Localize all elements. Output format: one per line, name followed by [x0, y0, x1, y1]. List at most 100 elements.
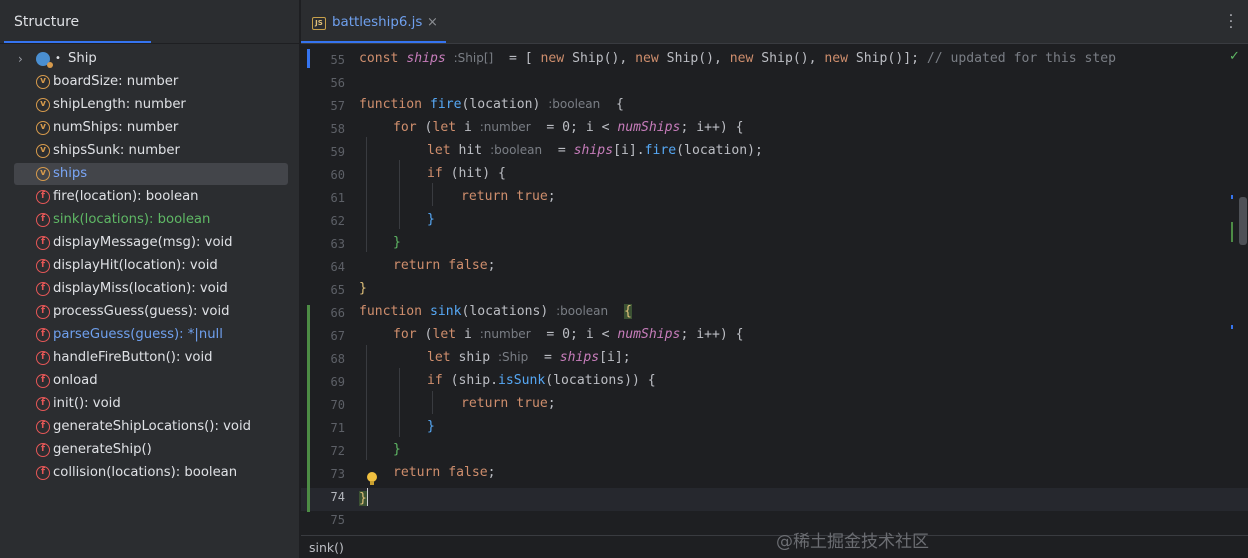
code-line-63[interactable]: }: [393, 235, 401, 250]
tree-item-label: displayMessage(msg): void: [53, 235, 233, 250]
chevron-right-icon[interactable]: ›: [18, 48, 23, 70]
tree-item-label: processGuess(guess): void: [53, 304, 230, 319]
variable-icon: v: [36, 98, 50, 112]
code-text: ; i++) {: [680, 327, 744, 342]
tree-item-selected[interactable]: v ships: [14, 163, 288, 185]
type-hint: :boolean: [556, 304, 609, 318]
type-hint: :boolean: [548, 97, 601, 111]
code-keyword: let: [432, 120, 457, 135]
code-comment: // updated for this step: [926, 51, 1117, 66]
variable-icon: v: [36, 121, 50, 135]
line-number: 71: [330, 421, 345, 435]
line-number: 56: [330, 76, 345, 90]
line-number: 63: [330, 237, 345, 251]
check-icon[interactable]: ✓: [1229, 49, 1240, 64]
tree-item[interactable]: f displayMessage(msg): void: [14, 232, 288, 254]
code-text: [i].: [613, 143, 645, 158]
tree-item[interactable]: f generateShipLocations(): void: [14, 416, 288, 438]
tree-item[interactable]: f collision(locations): boolean: [14, 462, 288, 484]
tree-item[interactable]: f handleFireButton(): void: [14, 347, 288, 369]
indent-guide: [366, 137, 367, 252]
tree-item[interactable]: f sink(locations): boolean: [14, 209, 288, 231]
breadcrumb[interactable]: sink(): [309, 540, 344, 555]
code-text: ;: [547, 396, 556, 411]
code-line-67[interactable]: for (let i :number = 0; i < numShips; i+…: [393, 327, 744, 342]
code-brace: }: [427, 212, 435, 227]
tree-item-label: boardSize: number: [53, 74, 179, 89]
tree-item[interactable]: f onload: [14, 370, 288, 392]
code-line-61[interactable]: return true;: [461, 189, 556, 204]
indent-guide: [432, 391, 433, 414]
code-line-68[interactable]: let ship :Ship = ships[i];: [427, 350, 631, 365]
tree-item-label: shipLength: number: [53, 97, 186, 112]
code-keyword: true: [508, 189, 548, 204]
code-line-73[interactable]: return false;: [393, 465, 496, 480]
code-text: [i];: [599, 350, 631, 365]
tree-item-class[interactable]: › • Ship: [14, 48, 288, 70]
code-keyword: return: [393, 465, 441, 480]
code-text: =: [542, 143, 574, 158]
code-text: hit: [450, 143, 491, 158]
tree-item[interactable]: v numShips: number: [14, 117, 288, 139]
code-line-70[interactable]: return true;: [461, 396, 556, 411]
code-line-60[interactable]: if (hit) {: [427, 166, 506, 181]
vertical-scrollbar[interactable]: [1239, 197, 1247, 245]
visibility-dot-icon: •: [55, 53, 61, 64]
code-keyword: for: [393, 327, 417, 342]
code-line-71[interactable]: }: [427, 419, 435, 434]
code-line-69[interactable]: if (ship.isSunk(locations)) {: [427, 373, 656, 388]
code-line-74[interactable]: }: [359, 488, 368, 506]
tree-item[interactable]: f displayMiss(location): void: [14, 278, 288, 300]
line-number: 73: [330, 467, 345, 481]
code-function: fire: [644, 143, 677, 158]
close-icon[interactable]: ×: [427, 15, 438, 30]
code-global: ships: [573, 143, 614, 158]
scroll-marker-added[interactable]: [1231, 222, 1233, 242]
tree-item-label: numShips: number: [53, 120, 179, 135]
code-brace: }: [393, 442, 401, 457]
line-number: 64: [330, 260, 345, 274]
line-number: 70: [330, 398, 345, 412]
code-line-66[interactable]: function sink(locations) :boolean {: [359, 304, 632, 319]
tree-item[interactable]: v boardSize: number: [14, 71, 288, 93]
code-line-55[interactable]: const ships :Ship[] = [ new Ship(), new …: [359, 51, 1116, 66]
code-text: =: [528, 350, 560, 365]
code-text: (locations): [461, 304, 549, 319]
tab-battleship6-js[interactable]: JS battleship6.js ×: [301, 0, 446, 44]
code-line-58[interactable]: for (let i :number = 0; i < numShips; i+…: [393, 120, 744, 135]
code-line-62[interactable]: }: [427, 212, 435, 227]
tree-item[interactable]: f parseGuess(guess): *|null: [14, 324, 288, 346]
scroll-marker[interactable]: [1231, 195, 1233, 199]
code-line-72[interactable]: }: [393, 442, 401, 457]
line-number: 59: [330, 145, 345, 159]
tree-item[interactable]: f init(): void: [14, 393, 288, 415]
code-line-57[interactable]: function fire(location) :boolean {: [359, 97, 624, 112]
tree-item[interactable]: f displayHit(location): void: [14, 255, 288, 277]
more-options-icon[interactable]: · · ·: [1225, 9, 1237, 35]
code-line-59[interactable]: let hit :boolean = ships[i].fire(locatio…: [427, 143, 763, 158]
tree-item[interactable]: f fire(location): boolean: [14, 186, 288, 208]
function-icon: f: [36, 282, 50, 296]
active-tab-indicator: [301, 41, 446, 43]
structure-panel-title[interactable]: Structure: [14, 14, 79, 30]
tree-item-label: init(): void: [53, 396, 121, 411]
code-line-64[interactable]: return false;: [393, 258, 496, 273]
tree-item[interactable]: f generateShip(): [14, 439, 288, 461]
function-icon: f: [36, 397, 50, 411]
lightbulb-icon[interactable]: [367, 472, 377, 485]
line-number: 62: [330, 214, 345, 228]
tree-item[interactable]: v shipsSunk: number: [14, 140, 288, 162]
code-text: (location): [461, 97, 541, 112]
code-text: (locations)) {: [545, 373, 656, 388]
scroll-marker[interactable]: [1231, 325, 1233, 329]
tree-item[interactable]: v shipLength: number: [14, 94, 288, 116]
code-text: ship: [450, 350, 498, 365]
tree-item[interactable]: f processGuess(guess): void: [14, 301, 288, 323]
code-text: ;: [487, 465, 496, 480]
code-area[interactable]: 55 56 57 58 59 60 61 62 63 64 65 66 67 6…: [301, 45, 1248, 535]
code-text: (hit) {: [442, 166, 506, 181]
type-hint: :boolean: [490, 143, 543, 157]
code-line-65[interactable]: }: [359, 281, 367, 296]
class-icon: [36, 52, 53, 68]
code-keyword: let: [427, 143, 451, 158]
